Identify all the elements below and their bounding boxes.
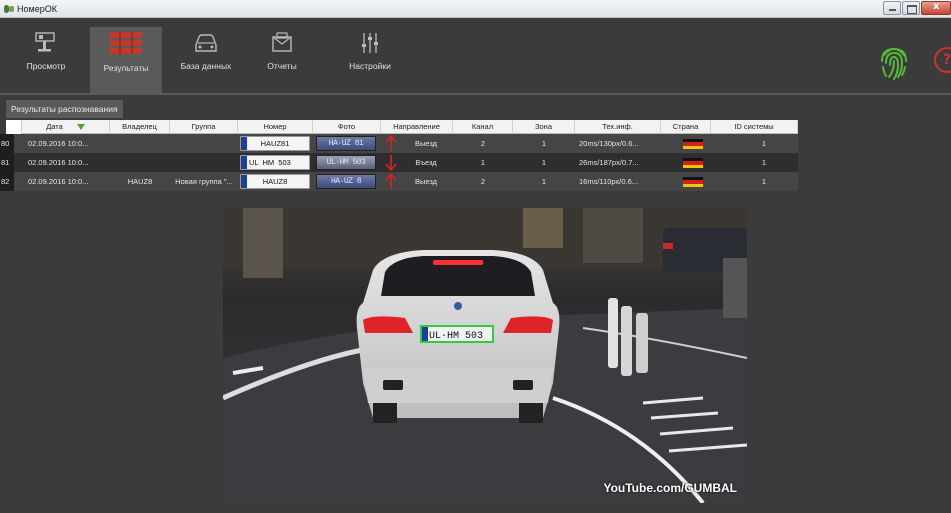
table-row[interactable]: 80 02.09.2016 10:0... HAUZ81 HA·UZ 81 Вы…	[0, 134, 798, 153]
header-system-id[interactable]: ID системы	[711, 120, 798, 134]
plate-text: HAUZ8	[262, 177, 288, 186]
close-icon[interactable]	[921, 1, 951, 15]
camera-icon	[35, 32, 55, 52]
header-zone[interactable]: Зона	[513, 120, 575, 134]
nav-view-button[interactable]: Просмотр	[10, 27, 82, 93]
cell-system-id: 1	[761, 177, 767, 186]
table-row[interactable]: 82 02.09.2016 10:0... HAUZ8 Новая группа…	[0, 172, 798, 191]
header-date-label: Дата	[46, 122, 63, 131]
header-country[interactable]: Страна	[661, 120, 711, 134]
plate-text: HAUZ81	[260, 139, 290, 148]
cell-owner	[110, 134, 170, 153]
germany-flag-icon	[683, 139, 703, 149]
cell-group	[170, 134, 238, 153]
cell-zone: 1	[541, 139, 547, 148]
header-date[interactable]: Дата	[22, 120, 110, 134]
eu-band-icon	[241, 156, 247, 169]
photo-plate-text: UL·HM 503	[429, 331, 483, 342]
row-index: 81	[0, 153, 14, 172]
results-table: Дата Владелец Группа Номер Фото Направле…	[0, 120, 798, 191]
nav-settings-button[interactable]: Настройки	[334, 27, 406, 93]
minimize-icon[interactable]	[883, 1, 901, 15]
cell-zone: 1	[541, 158, 547, 167]
tab-recognition-results[interactable]: Результаты распознавания	[6, 100, 123, 118]
header-channel[interactable]: Канал	[453, 120, 513, 134]
nav-settings-label: Настройки	[349, 61, 391, 71]
cell-date: 02.09.2016 10:0...	[28, 177, 89, 186]
cell-channel: 2	[480, 177, 486, 186]
cell-plate: HAUZ81	[240, 136, 310, 151]
header-index-cell	[6, 120, 22, 134]
title-bar: НомерОК	[0, 0, 951, 18]
header-group[interactable]: Группа	[170, 120, 238, 134]
nav-database-button[interactable]: База данных	[170, 27, 242, 93]
app-window: НомерОК Просмотр Резуль	[0, 0, 951, 513]
cell-photo[interactable]: UL·HM 503	[316, 155, 376, 170]
header-direction[interactable]: Направление	[381, 120, 453, 134]
cell-date: 02.09.2016 10:0...	[28, 139, 89, 148]
cell-tech-info: 26ms/187px/0.7...	[579, 158, 639, 167]
header-photo[interactable]: Фото	[313, 120, 381, 134]
direction-down-arrow-icon	[385, 155, 397, 171]
window-title: НомерОК	[17, 3, 57, 14]
cell-system-id: 1	[761, 158, 767, 167]
sort-desc-icon	[76, 124, 85, 131]
row-index: 82	[0, 172, 14, 191]
nav-view-label: Просмотр	[26, 61, 66, 71]
maximize-icon[interactable]	[902, 1, 920, 15]
cell-plate: UL HM 503	[240, 155, 310, 170]
nav-results-label: Результаты	[103, 63, 149, 73]
header-owner[interactable]: Владелец	[110, 120, 170, 134]
cell-date: 02.09.2016 10:0...	[28, 158, 89, 167]
car-photo-illustration: UL·HM 503	[223, 208, 747, 503]
cell-direction: Выезд	[414, 139, 438, 148]
recognition-photo: UL·HM 503 YouTube.com/GUMBAL	[223, 208, 747, 503]
window-controls	[883, 1, 951, 15]
fingerprint-icon[interactable]	[878, 41, 910, 81]
cell-tech-info: 20ms/130px/0.6...	[579, 139, 639, 148]
help-icon[interactable]: ?	[934, 47, 951, 73]
table-row[interactable]: 81 02.09.2016 10:0... UL HM 503 UL·HM 50…	[0, 153, 798, 172]
main-toolbar: Просмотр Результаты База данных Отчеты Н…	[0, 19, 951, 95]
cell-channel: 1	[480, 158, 486, 167]
header-plate[interactable]: Номер	[238, 120, 313, 134]
cell-group	[170, 153, 238, 172]
cell-system-id: 1	[761, 139, 767, 148]
cell-photo[interactable]: HA·UZ 8	[316, 174, 376, 189]
cell-owner	[110, 153, 170, 172]
table-header: Дата Владелец Группа Номер Фото Направле…	[6, 120, 798, 134]
nav-reports-button[interactable]: Отчеты	[246, 27, 318, 93]
eu-band-icon	[241, 137, 247, 150]
eu-band-icon	[241, 175, 247, 188]
plate-text: UL HM 503	[249, 158, 291, 167]
nav-results-button[interactable]: Результаты	[90, 27, 162, 93]
cell-zone: 1	[541, 177, 547, 186]
video-watermark: YouTube.com/GUMBAL	[603, 481, 737, 495]
nav-reports-label: Отчеты	[267, 61, 297, 71]
cell-direction: Выезд	[414, 177, 438, 186]
car-icon	[195, 34, 217, 52]
tab-strip: Результаты распознавания	[0, 97, 951, 119]
results-icon	[110, 32, 142, 54]
germany-flag-icon	[683, 158, 703, 168]
sliders-icon	[362, 33, 378, 53]
app-logo-icon	[3, 4, 15, 14]
reports-icon	[272, 32, 292, 52]
cell-tech-info: 16ms/110px/0.6...	[579, 177, 639, 186]
germany-flag-icon	[683, 177, 703, 187]
direction-up-arrow-icon	[385, 173, 397, 189]
cell-photo[interactable]: HA·UZ 81	[316, 136, 376, 151]
row-index: 80	[0, 134, 14, 153]
cell-group: Новая группа "...	[175, 177, 233, 186]
cell-owner: HAUZ8	[127, 177, 153, 186]
cell-plate: HAUZ8	[240, 174, 310, 189]
direction-up-arrow-icon	[385, 135, 397, 151]
cell-direction: Въезд	[415, 158, 437, 167]
header-tech-info[interactable]: Тех.инф.	[575, 120, 661, 134]
nav-database-label: База данных	[180, 61, 232, 71]
cell-channel: 2	[480, 139, 486, 148]
